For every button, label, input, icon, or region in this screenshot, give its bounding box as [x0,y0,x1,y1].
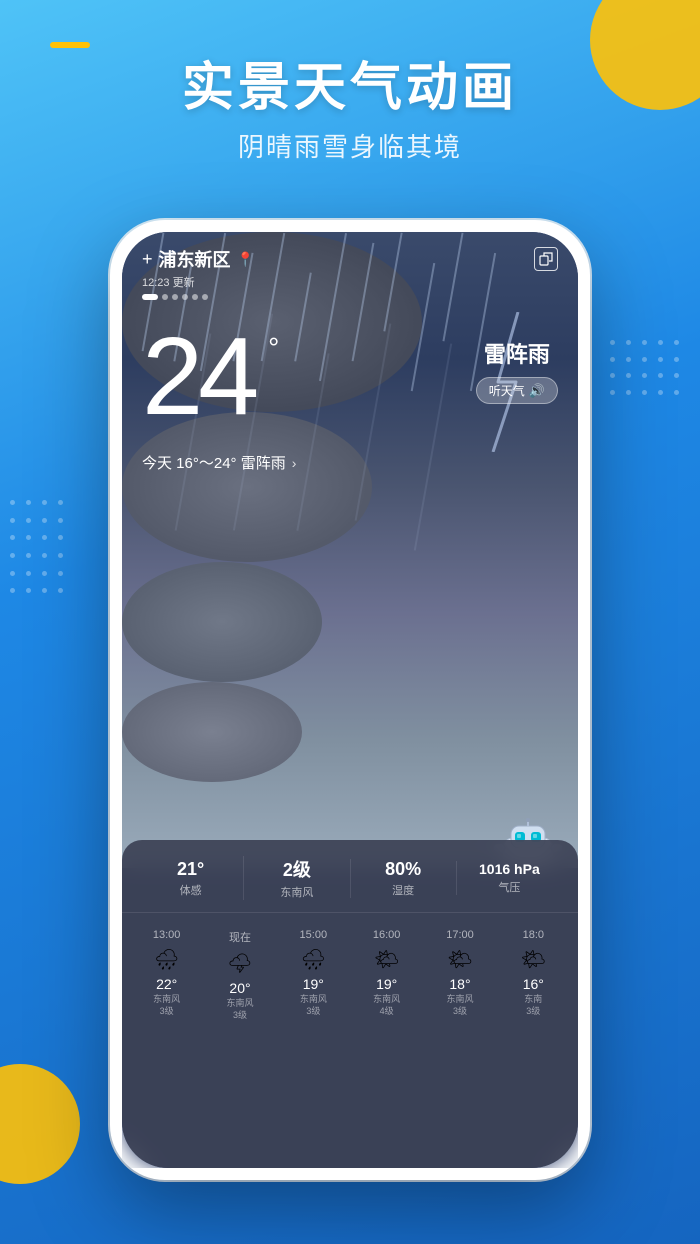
listen-weather-button[interactable]: 听天气 🔊 [476,377,558,404]
hour-time-1: 13:00 [134,929,199,941]
sub-title: 阴晴雨雪身临其境 [0,127,700,164]
hour-time-4: 16:00 [354,929,419,941]
stat-wind-value: 2级 [244,856,349,882]
stat-pressure: 1016 hPa 气压 [456,861,562,895]
hour-temp-4: 19° [354,976,419,992]
stat-pressure-value: 1016 hPa [457,861,562,877]
hour-item-1: 13:00 🌧 22° 东南风3级 [130,923,203,1027]
hour-wind-4: 东南风4级 [354,994,419,1017]
hour-temp-2: 20° [207,980,272,996]
phone-mockup: + 浦东新区 📍 12:23 更新 [110,220,590,1180]
hour-time-6: 18:0 [501,929,566,941]
stat-feels-like-value: 21° [138,859,243,880]
stat-humidity-value: 80% [351,859,456,880]
dot-pattern-left [10,500,70,600]
hour-icon-1: 🌧 [134,947,199,972]
page-dot-5[interactable] [192,294,198,300]
hour-icon-5: 🌤 [427,947,492,972]
hour-wind-6: 东南3级 [501,994,566,1017]
stat-feels-like-label: 体感 [138,882,243,898]
weather-condition: 雷阵雨 听天气 🔊 [476,337,558,404]
speaker-icon: 🔊 [529,383,545,399]
hour-temp-1: 22° [134,976,199,992]
range-arrow-icon: › [292,455,297,471]
page-dot-4[interactable] [182,294,188,300]
page-dot-6[interactable] [202,294,208,300]
hourly-forecast: 13:00 🌧 22° 东南风3级 现在 🌩 20° 东南风3级 15:00 🌧… [122,913,578,1027]
update-time: 12:23 更新 [142,274,558,290]
location-row: + 浦东新区 📍 [142,246,558,272]
add-location-icon[interactable]: + [142,249,153,270]
hour-icon-6: 🌤 [501,947,566,972]
stat-pressure-label: 气压 [457,879,562,895]
hour-time-3: 15:00 [281,929,346,941]
weather-stats-panel: 21° 体感 2级 东南风 80% 湿度 1016 hPa 气压 [122,840,578,1168]
hour-item-6: 18:0 🌤 16° 东南3级 [497,923,570,1027]
location-left: + 浦东新区 📍 [142,246,254,272]
dot-pattern-right [610,340,690,400]
page-dot-3[interactable] [172,294,178,300]
stat-wind-label: 东南风 [244,884,349,900]
condition-text: 雷阵雨 [476,337,558,369]
stat-feels-like: 21° 体感 [138,859,243,898]
page-dot-2[interactable] [162,294,168,300]
stat-wind: 2级 东南风 [243,856,349,900]
temperature-unit: ° [268,332,279,364]
header-section: 实景天气动画 阴晴雨雪身临其境 [0,60,700,164]
stat-humidity: 80% 湿度 [350,859,456,898]
hour-wind-1: 东南风3级 [134,994,199,1017]
hour-item-4: 16:00 🌤 19° 东南风4级 [350,923,423,1027]
phone-top-bar: + 浦东新区 📍 12:23 更新 [122,232,578,300]
location-pin-icon: 📍 [237,251,254,268]
hour-icon-4: 🌤 [354,947,419,972]
hour-temp-6: 16° [501,976,566,992]
stats-row: 21° 体感 2级 东南风 80% 湿度 1016 hPa 气压 [122,856,578,913]
hour-temp-5: 18° [427,976,492,992]
stat-humidity-label: 湿度 [351,882,456,898]
yellow-dash-decoration [50,42,90,48]
share-icon[interactable] [534,247,558,271]
hour-wind-2: 东南风3级 [207,998,272,1021]
hour-time-5: 17:00 [427,929,492,941]
temperature-display: 24 ° [142,322,254,432]
hour-time-2: 现在 [207,929,272,945]
location-name: 浦东新区 [159,246,231,272]
page-dots [142,294,558,300]
hour-wind-5: 东南风3级 [427,994,492,1017]
listen-weather-label: 听天气 [489,382,525,399]
hour-icon-2: 🌩 [207,951,272,976]
hour-temp-3: 19° [281,976,346,992]
hour-item-3: 15:00 🌧 19° 东南风3级 [277,923,350,1027]
hour-item-5: 17:00 🌤 18° 东南风3级 [423,923,496,1027]
hour-icon-3: 🌧 [281,947,346,972]
today-range-text: 今天 16°～24° 雷阵雨 [142,452,286,473]
page-dot-1[interactable] [142,294,158,300]
hour-item-2: 现在 🌩 20° 东南风3级 [203,923,276,1027]
phone-inner: + 浦东新区 📍 12:23 更新 [122,232,578,1168]
main-title: 实景天气动画 [0,60,700,117]
hour-wind-3: 东南风3级 [281,994,346,1017]
temperature-value: 24 [142,315,254,438]
today-range[interactable]: 今天 16°～24° 雷阵雨 › [142,452,296,473]
